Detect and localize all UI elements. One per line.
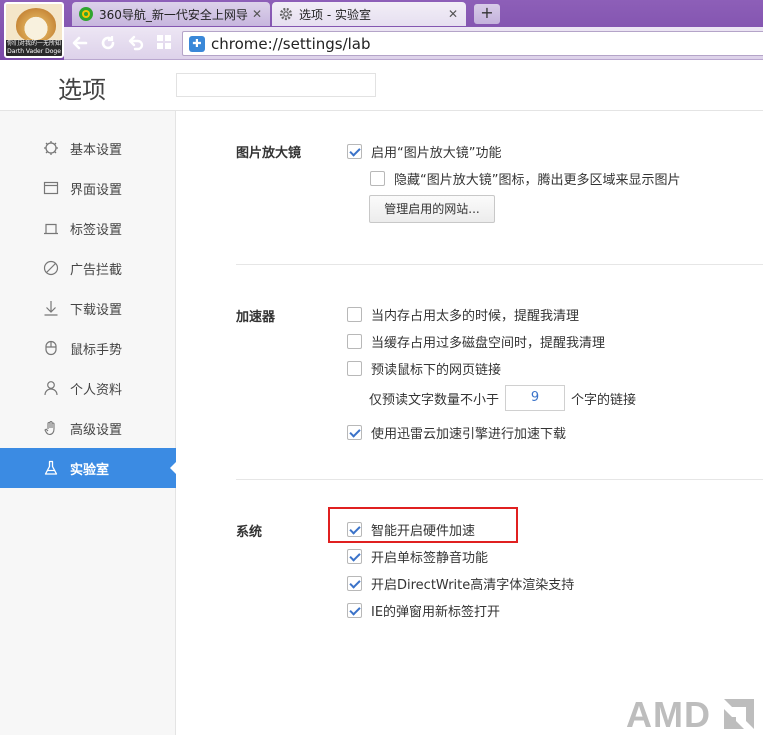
option-label: 预读鼠标下的网页链接 — [371, 363, 502, 378]
sidebar-item-lab[interactable]: 实验室 — [0, 448, 176, 488]
refresh-icon[interactable] — [98, 34, 118, 54]
cache-warning-checkbox[interactable] — [347, 334, 362, 349]
section-divider — [236, 479, 763, 480]
avatar-caption: 你们对我的一无所知 Darth Vader Doge — [6, 40, 62, 56]
manage-sites-button[interactable]: 管理启用的网站... — [369, 195, 495, 223]
settings-content: 图片放大镜 启用“图片放大镜”功能 隐藏“图片放大镜”图标，腾出更多区域来显示图… — [177, 111, 763, 735]
preload-links-checkbox[interactable] — [347, 361, 362, 376]
single-tab-mute-checkbox[interactable] — [347, 549, 362, 564]
section-title-accelerator: 加速器 — [236, 310, 276, 325]
section-divider — [236, 264, 763, 265]
section-title-system: 系统 — [236, 525, 263, 540]
preload-min-chars-input[interactable]: 9 — [505, 385, 566, 411]
xunlei-accelerate-checkbox[interactable] — [347, 425, 362, 440]
option-label: 开启单标签静音功能 — [371, 551, 489, 566]
option-label: IE的弹窗用新标签打开 — [371, 605, 501, 620]
address-bar[interactable]: ✚ chrome://settings/lab — [182, 31, 763, 56]
amd-arrow-icon — [724, 699, 754, 729]
section-title-magnifier: 图片放大镜 — [236, 146, 302, 161]
sidebar-item-adblock[interactable]: 广告拦截 — [0, 248, 176, 288]
magnifier-hide-icon-checkbox[interactable] — [370, 171, 385, 186]
magnifier-hide-icon-option[interactable]: 隐藏“图片放大镜”图标，腾出更多区域来显示图片 — [370, 169, 680, 188]
sidebar-item-label: 界面设置 — [70, 182, 123, 198]
back-icon[interactable] — [70, 34, 90, 54]
url-text: chrome://settings/lab — [211, 34, 371, 53]
sidebar-item-label: 高级设置 — [70, 422, 123, 438]
xunlei-accelerate-option[interactable]: 使用迅雷云加速引擎进行加速下载 — [347, 423, 566, 442]
settings-search-input[interactable] — [176, 73, 376, 97]
amd-watermark: AMD — [626, 694, 711, 735]
option-label: 启用“图片放大镜”功能 — [371, 146, 502, 161]
user-avatar[interactable]: 你们对我的一无所知 Darth Vader Doge — [4, 2, 64, 58]
preload-min-suffix: 个字的链接 — [571, 392, 637, 408]
sidebar-item-download[interactable]: 下载设置 — [0, 288, 176, 328]
sidebar-item-label: 鼠标手势 — [70, 342, 123, 358]
settings-sidebar: 基本设置 界面设置 标签设置 广告拦截 下载设置 鼠标手势 个人资料 高级设置 … — [0, 111, 176, 735]
memory-warning-option[interactable]: 当内存占用太多的时候，提醒我清理 — [347, 305, 579, 324]
user-icon — [42, 379, 60, 397]
sidebar-item-profile[interactable]: 个人资料 — [0, 368, 176, 408]
mouse-icon — [42, 339, 60, 357]
preload-min-chars-row: 仅预读文字数量不小于 9 个字的链接 — [369, 385, 636, 411]
option-label: 开启DirectWrite高清字体渲染支持 — [371, 578, 575, 593]
sidebar-item-interface[interactable]: 界面设置 — [0, 168, 176, 208]
preload-links-option[interactable]: 预读鼠标下的网页链接 — [347, 359, 501, 378]
settings-header: 选项 — [0, 60, 763, 111]
block-icon — [42, 259, 60, 277]
doge-image — [16, 8, 56, 42]
magnifier-enable-option[interactable]: 启用“图片放大镜”功能 — [347, 142, 501, 161]
browser-titlebar: 你们对我的一无所知 Darth Vader Doge 360导航_新一代安全上网… — [0, 0, 763, 60]
security-shield-icon: ✚ — [189, 35, 205, 52]
sidebar-item-label: 标签设置 — [70, 222, 123, 238]
option-label: 隐藏“图片放大镜”图标，腾出更多区域来显示图片 — [394, 173, 681, 188]
navigation-bar: ✚ chrome://settings/lab — [64, 27, 763, 60]
directwrite-checkbox[interactable] — [347, 576, 362, 591]
option-label: 当内存占用太多的时候，提醒我清理 — [371, 309, 580, 324]
gear-icon — [278, 6, 294, 22]
option-label: 使用迅雷云加速引擎进行加速下载 — [371, 427, 567, 442]
page-title: 选项 — [58, 76, 106, 104]
tab-icon — [42, 219, 60, 237]
sidebar-item-label: 个人资料 — [70, 382, 123, 398]
preload-min-prefix: 仅预读文字数量不小于 — [369, 392, 500, 408]
memory-warning-checkbox[interactable] — [347, 307, 362, 322]
360-icon — [78, 6, 94, 22]
sidebar-item-label: 实验室 — [70, 462, 110, 478]
ie-popup-new-tab-option[interactable]: IE的弹窗用新标签打开 — [347, 601, 500, 620]
tab-title: 选项 - 实验室 — [299, 7, 371, 22]
option-label: 当缓存占用过多磁盘空间时，提醒我清理 — [371, 336, 606, 351]
new-tab-button[interactable]: + — [474, 4, 500, 24]
window-icon — [42, 179, 60, 197]
sidebar-item-mouse-gesture[interactable]: 鼠标手势 — [0, 328, 176, 368]
directwrite-option[interactable]: 开启DirectWrite高清字体渲染支持 — [347, 574, 574, 593]
hand-icon — [42, 419, 60, 437]
sidebar-item-label: 广告拦截 — [70, 262, 123, 278]
flask-icon — [42, 459, 60, 477]
ie-popup-new-tab-checkbox[interactable] — [347, 603, 362, 618]
tab-settings-lab[interactable]: 选项 - 实验室 ✕ — [272, 2, 466, 26]
sidebar-item-label: 基本设置 — [70, 142, 123, 158]
sidebar-item-label: 下载设置 — [70, 302, 123, 318]
cache-warning-option[interactable]: 当缓存占用过多磁盘空间时，提醒我清理 — [347, 332, 605, 351]
apps-grid-icon[interactable] — [154, 34, 174, 54]
tab-360-navigation[interactable]: 360导航_新一代安全上网导 ✕ — [72, 2, 270, 26]
undo-icon[interactable] — [126, 34, 146, 54]
sidebar-item-advanced[interactable]: 高级设置 — [0, 408, 176, 448]
gear-icon — [42, 139, 60, 157]
single-tab-mute-option[interactable]: 开启单标签静音功能 — [347, 547, 488, 566]
magnifier-enable-checkbox[interactable] — [347, 144, 362, 159]
download-icon — [42, 299, 60, 317]
tab-title: 360导航_新一代安全上网导 — [99, 7, 248, 22]
annotation-highlight-box — [328, 507, 518, 543]
tab-close-icon[interactable]: ✕ — [446, 7, 460, 21]
sidebar-item-basic[interactable]: 基本设置 — [0, 128, 176, 168]
tab-close-icon[interactable]: ✕ — [250, 7, 264, 21]
sidebar-item-tabs[interactable]: 标签设置 — [0, 208, 176, 248]
